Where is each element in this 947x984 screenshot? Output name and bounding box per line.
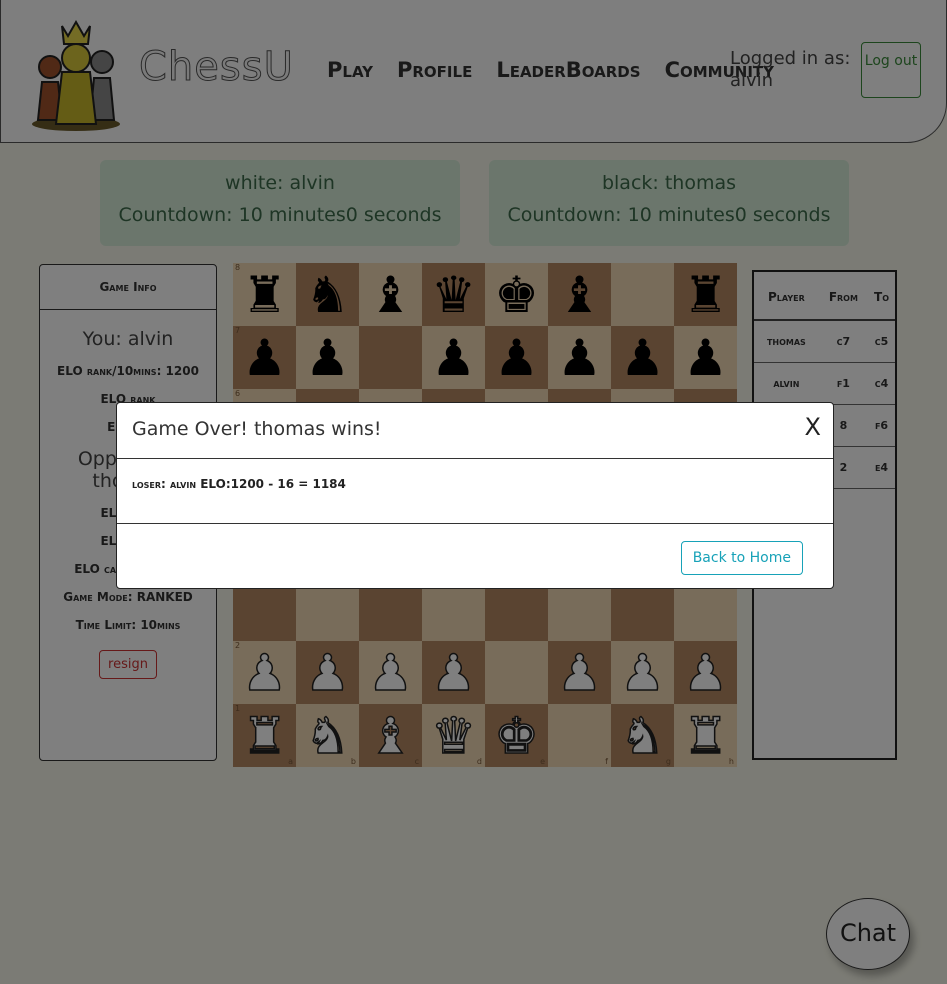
game-over-modal: Game Over! thomas wins! X loser: alvin E… (116, 402, 834, 589)
loser-label: loser: alvin (132, 477, 197, 491)
close-icon[interactable]: X (805, 413, 821, 441)
back-to-home-button[interactable]: Back to Home (680, 541, 803, 575)
modal-body: loser: alvin ELO:1200 - 16 = 1184 (117, 459, 833, 524)
modal-title: Game Over! thomas wins! (132, 418, 382, 440)
elo-change: ELO:1200 - 16 = 1184 (200, 477, 346, 491)
modal-header: Game Over! thomas wins! X (117, 403, 833, 459)
